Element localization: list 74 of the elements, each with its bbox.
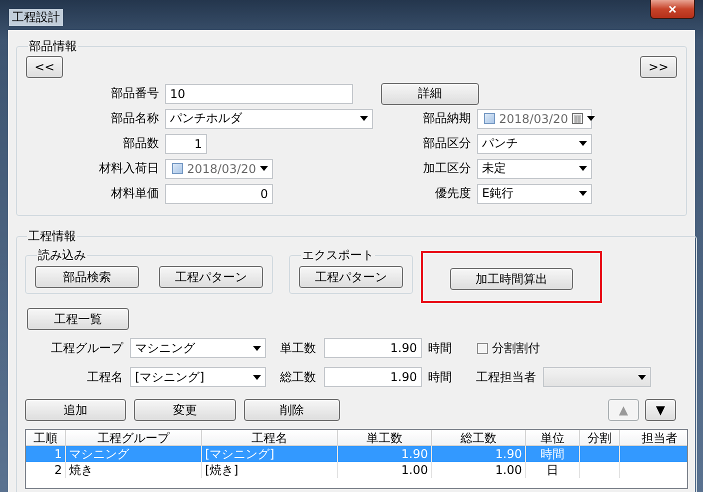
field-label: 部品数 (122, 135, 159, 152)
dropdown-caret-icon[interactable] (253, 346, 261, 350)
dropdown-caret-icon[interactable] (360, 116, 368, 121)
dropdown-caret-icon[interactable] (260, 166, 268, 171)
field-label: 部品納期 (422, 110, 471, 127)
dropdown-caret-icon[interactable] (253, 374, 261, 380)
field-label: 材料入荷日 (98, 160, 159, 177)
close-button[interactable]: × (650, 0, 695, 19)
unit-label: 時間 (428, 368, 452, 386)
calendar-icon[interactable] (572, 113, 584, 124)
unit-label: 時間 (428, 340, 452, 356)
table-cell: 日 (526, 462, 580, 478)
field-label: 工程グループ (50, 340, 123, 356)
detail-button[interactable]: 詳細 (381, 82, 479, 104)
dropdown[interactable]: パンチホルダ (165, 108, 373, 128)
group-title: 工程情報 (27, 228, 77, 245)
next-button[interactable]: >> (640, 56, 677, 78)
table-cell: 焼き (66, 462, 202, 478)
table-cell: [焼き] (202, 462, 338, 478)
table-cell: [マシニング] (202, 446, 338, 462)
pattern-button[interactable]: 部品検索 (35, 266, 139, 288)
field-label: 部品区分 (422, 135, 471, 152)
input-field[interactable]: 1.90 (324, 338, 422, 358)
group-title: 部品情報 (28, 38, 78, 55)
checkbox[interactable] (484, 113, 495, 124)
move-down-button[interactable]: ▼ (645, 399, 676, 421)
table-cell: 1 (26, 446, 66, 462)
dropdown[interactable]: マシニング (130, 338, 266, 358)
input-field[interactable]: 0 (165, 184, 273, 204)
pattern-button[interactable]: 工程パターン (299, 266, 403, 288)
table-cell: 1.90 (432, 446, 526, 462)
input-field[interactable]: 1 (165, 134, 207, 154)
action-button[interactable]: 追加 (25, 399, 126, 421)
dropdown[interactable]: 未定 (477, 158, 592, 178)
window-title: 工程設計 (9, 9, 63, 26)
action-button[interactable]: 変更 (134, 399, 236, 421)
group-title: エクスポート (301, 247, 375, 264)
field-label: 単工数 (279, 340, 316, 356)
previous-button[interactable]: << (26, 56, 63, 78)
dropdown-caret-icon[interactable] (579, 141, 587, 146)
group-title: 読み込み (37, 247, 87, 264)
table-cell: 2 (26, 462, 66, 478)
dropdown-caret-icon[interactable] (579, 191, 587, 196)
pattern-button[interactable]: 工程パターン (159, 266, 263, 288)
process-list-button[interactable]: 工程一覧 (27, 308, 129, 330)
field-label: 工程名 (86, 368, 123, 386)
table-row[interactable]: 2 焼き [焼き] 1.00 1.00 日 (26, 462, 687, 478)
calculate-time-button[interactable]: 加工時間算出 (450, 268, 573, 290)
dropdown[interactable]: パンチ (477, 134, 592, 154)
table-cell: 1.00 (432, 462, 526, 478)
checkbox[interactable] (477, 342, 488, 354)
field-label: 工程担当者 (476, 368, 536, 386)
dropdown-caret-icon[interactable] (587, 116, 596, 121)
dropdown[interactable]: E鈍行 (477, 184, 592, 204)
table-cell: 1.00 (338, 462, 432, 478)
date-picker[interactable]: 2018/03/20 (477, 108, 592, 128)
table-cell: 時間 (526, 446, 580, 462)
field-label: 加工区分 (422, 160, 471, 177)
date-picker[interactable]: 2018/03/20 (165, 158, 273, 178)
dropdown-caret-icon[interactable] (579, 166, 587, 171)
action-button[interactable]: 削除 (244, 399, 340, 421)
field-label: 材料単価 (110, 185, 159, 202)
field-label: 総工数 (279, 368, 316, 386)
field-label: 優先度 (434, 185, 471, 202)
dropdown-caret-icon[interactable] (638, 374, 646, 380)
table-cell: マシニング (66, 446, 202, 462)
input-field[interactable]: 1.90 (324, 367, 422, 387)
field-label: 部品名称 (110, 110, 159, 127)
checkbox[interactable] (172, 163, 183, 174)
field-label: 分割割付 (492, 340, 540, 356)
field-label: 部品番号 (110, 85, 159, 102)
input-field[interactable]: 10 (165, 84, 353, 104)
dropdown[interactable]: [マシニング] (130, 367, 266, 387)
table-cell: 1.90 (338, 446, 432, 462)
